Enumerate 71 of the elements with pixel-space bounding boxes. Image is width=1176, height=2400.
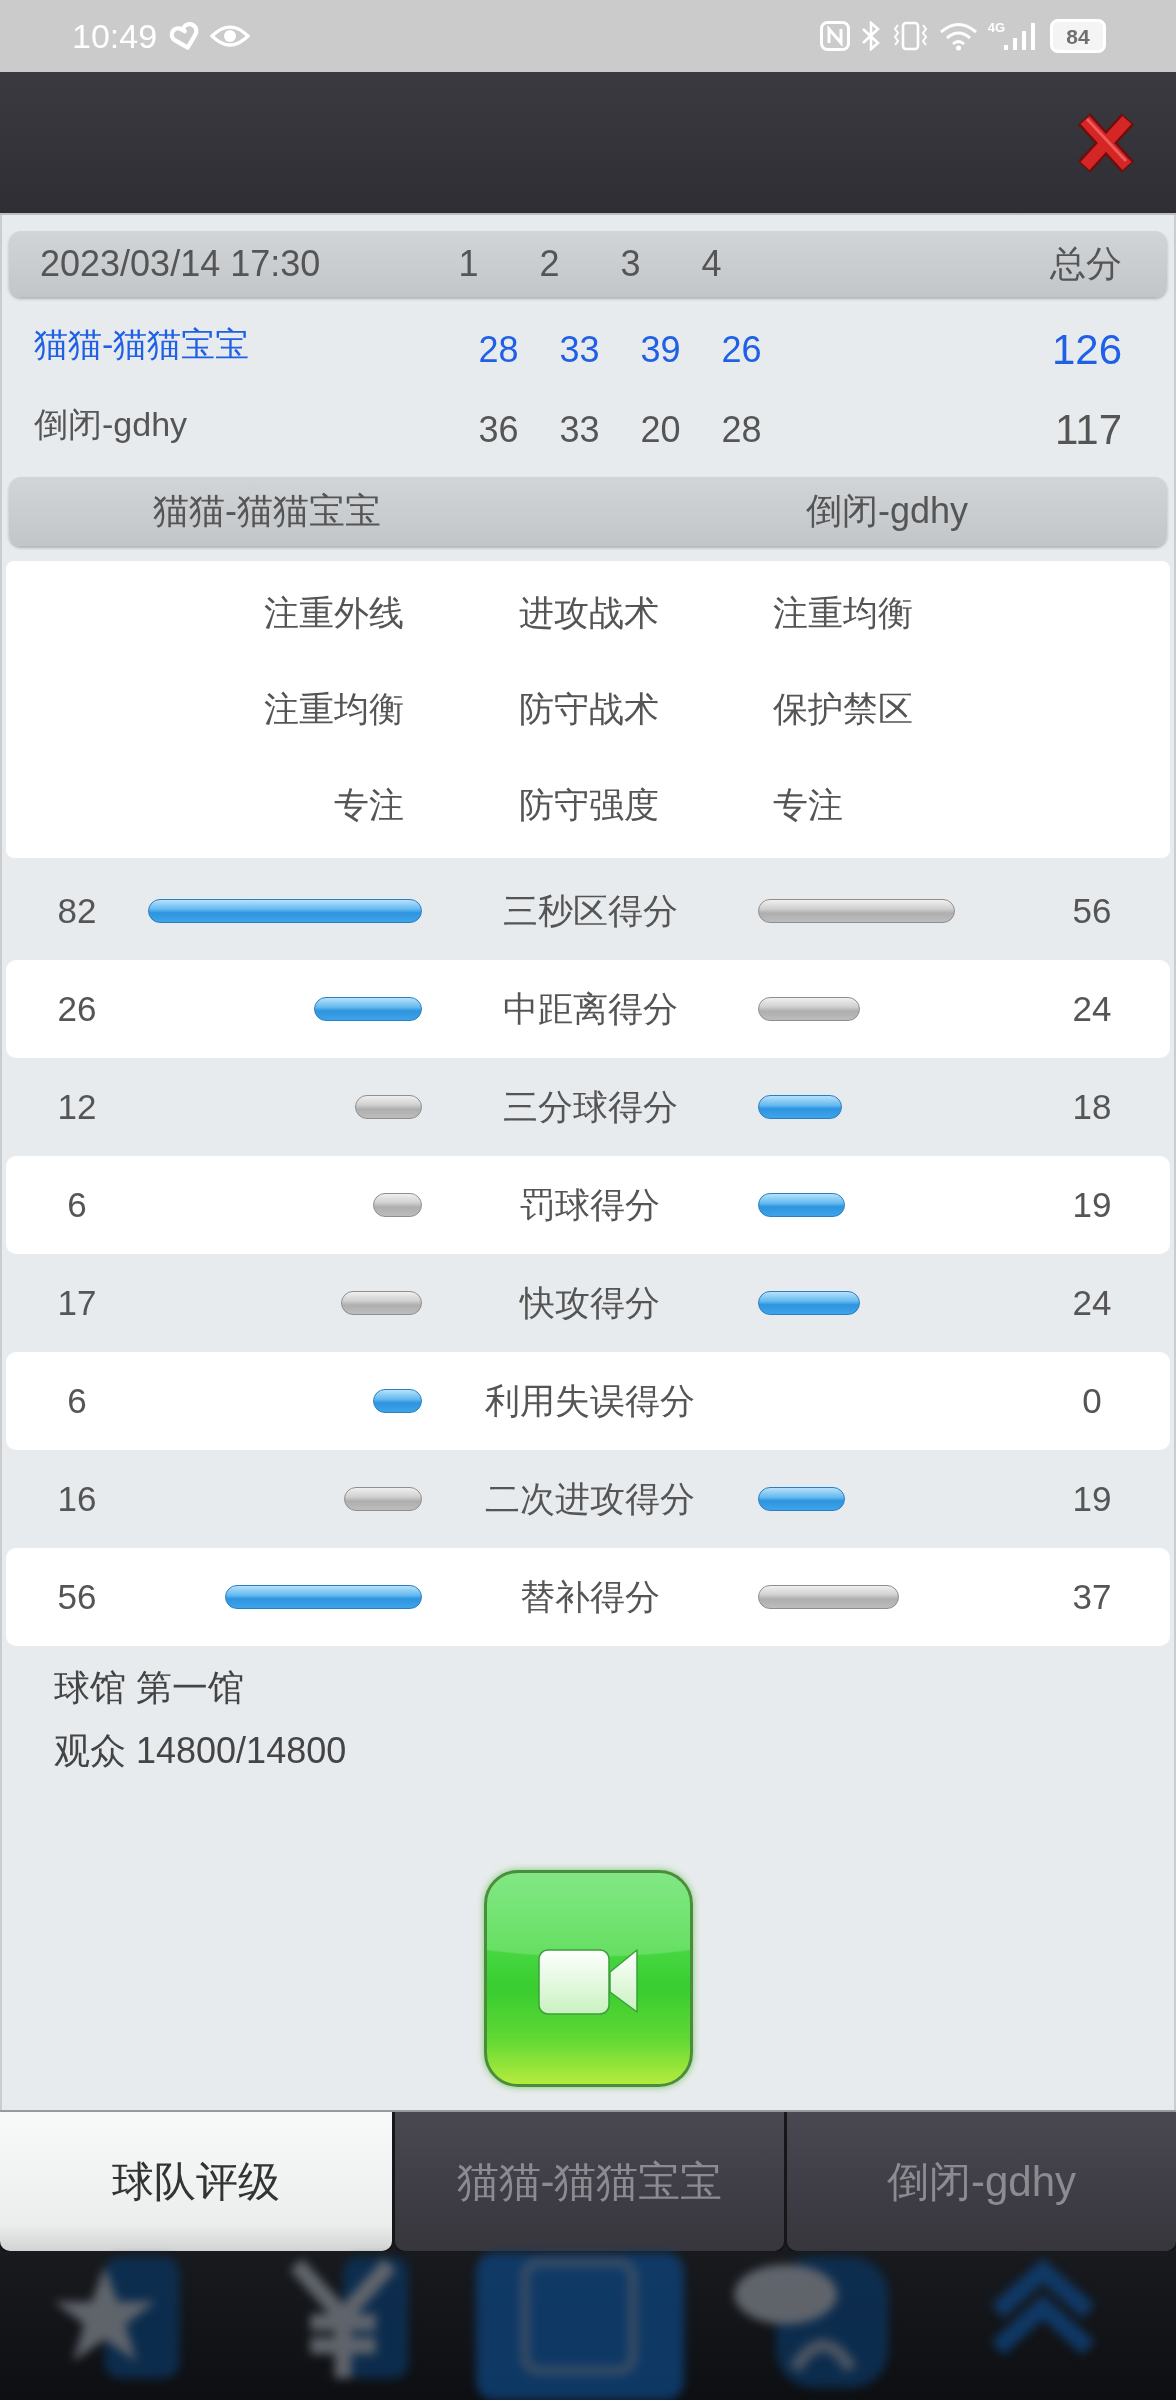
team-name: 倒闭-gdhy [34,404,188,445]
stat-label: 利用失误得分 [485,1379,695,1422]
attendance-text: 观众 14800/14800 [54,1729,347,1773]
stat-value: 19 [1072,1479,1113,1519]
stat-label: 三分球得分 [502,1085,678,1128]
period-label: 2 [539,243,560,285]
quarter-score: 28 [721,409,762,451]
stat-value: 56 [57,1577,97,1617]
team-name: 猫猫-猫猫宝宝 [34,324,250,365]
stat-label: 罚球得分 [520,1183,660,1226]
tactic-value: 注重均衡 [264,687,404,730]
vibrate-icon [891,21,929,51]
quarter-score: 36 [478,409,519,451]
venue-text: 球馆 第一馆 [54,1666,244,1710]
stat-value: 6 [67,1381,87,1421]
stat-value: 82 [57,891,97,931]
nfc-icon [819,21,850,51]
stat-value: 26 [57,989,97,1029]
stat-value: 12 [57,1087,97,1127]
team-name: 猫猫-猫猫宝宝 [153,489,381,533]
period-label: 4 [701,243,722,285]
tactic-value: 注重外线 [264,591,404,634]
stat-bar [373,1389,422,1413]
total-score: 126 [1051,326,1122,374]
video-button[interactable] [483,1870,693,2087]
stat-label: 快攻得分 [520,1281,660,1324]
stat-value: 16 [57,1479,97,1519]
stat-bar [373,1193,422,1217]
quarter-score: 33 [559,409,600,451]
quarter-score: 33 [559,329,600,371]
stat-label: 替补得分 [520,1575,660,1618]
stat-value: 37 [1072,1577,1113,1617]
tile-icon[interactable] [474,2253,686,2400]
tab[interactable]: 猫猫-猫猫宝宝 [395,2112,784,2251]
eye-icon [210,22,251,50]
stat-bar [355,1095,422,1119]
period-label: 3 [620,243,641,285]
stat-value: 19 [1072,1185,1113,1225]
signal-icon [1003,21,1036,51]
tactic-value: 专注 [773,783,843,826]
tab[interactable]: 球队评级 [0,2112,392,2251]
stat-value: 6 [67,1185,87,1225]
stat-value: 56 [1072,891,1113,931]
stat-value: 18 [1072,1087,1113,1127]
close-icon [1076,110,1136,175]
quarter-score: 39 [640,329,681,371]
wifi-icon [938,21,978,51]
tactic-label: 防守战术 [518,687,659,730]
match-date: 2023/03/14 17:30 [40,243,321,285]
quarter-score: 20 [640,409,681,451]
battery-level: 84 [1066,25,1090,47]
tactic-value: 保护禁区 [773,687,913,730]
tactic-label: 进攻战术 [518,591,659,634]
tab[interactable]: 倒闭-gdhy [787,2112,1176,2251]
period-label: 1 [458,243,479,285]
tactic-label: 防守强度 [518,783,659,826]
stat-label: 中距离得分 [502,987,678,1030]
close-button[interactable] [1076,110,1136,175]
stat-value: 24 [1072,1283,1113,1323]
quarter-score: 28 [478,329,519,371]
stat-label: 二次进攻得分 [485,1477,695,1520]
tactic-value: 专注 [334,783,404,826]
total-score: 117 [1055,406,1122,454]
tactic-value: 注重均衡 [773,591,913,634]
total-label: 总分 [1050,241,1122,286]
stat-label: 三秒区得分 [502,889,678,932]
stat-value: 0 [1082,1381,1103,1421]
stat-value: 17 [57,1283,97,1323]
stat-value: 24 [1072,989,1113,1029]
quarter-score: 26 [721,329,762,371]
team-name: 倒闭-gdhy [804,489,969,533]
